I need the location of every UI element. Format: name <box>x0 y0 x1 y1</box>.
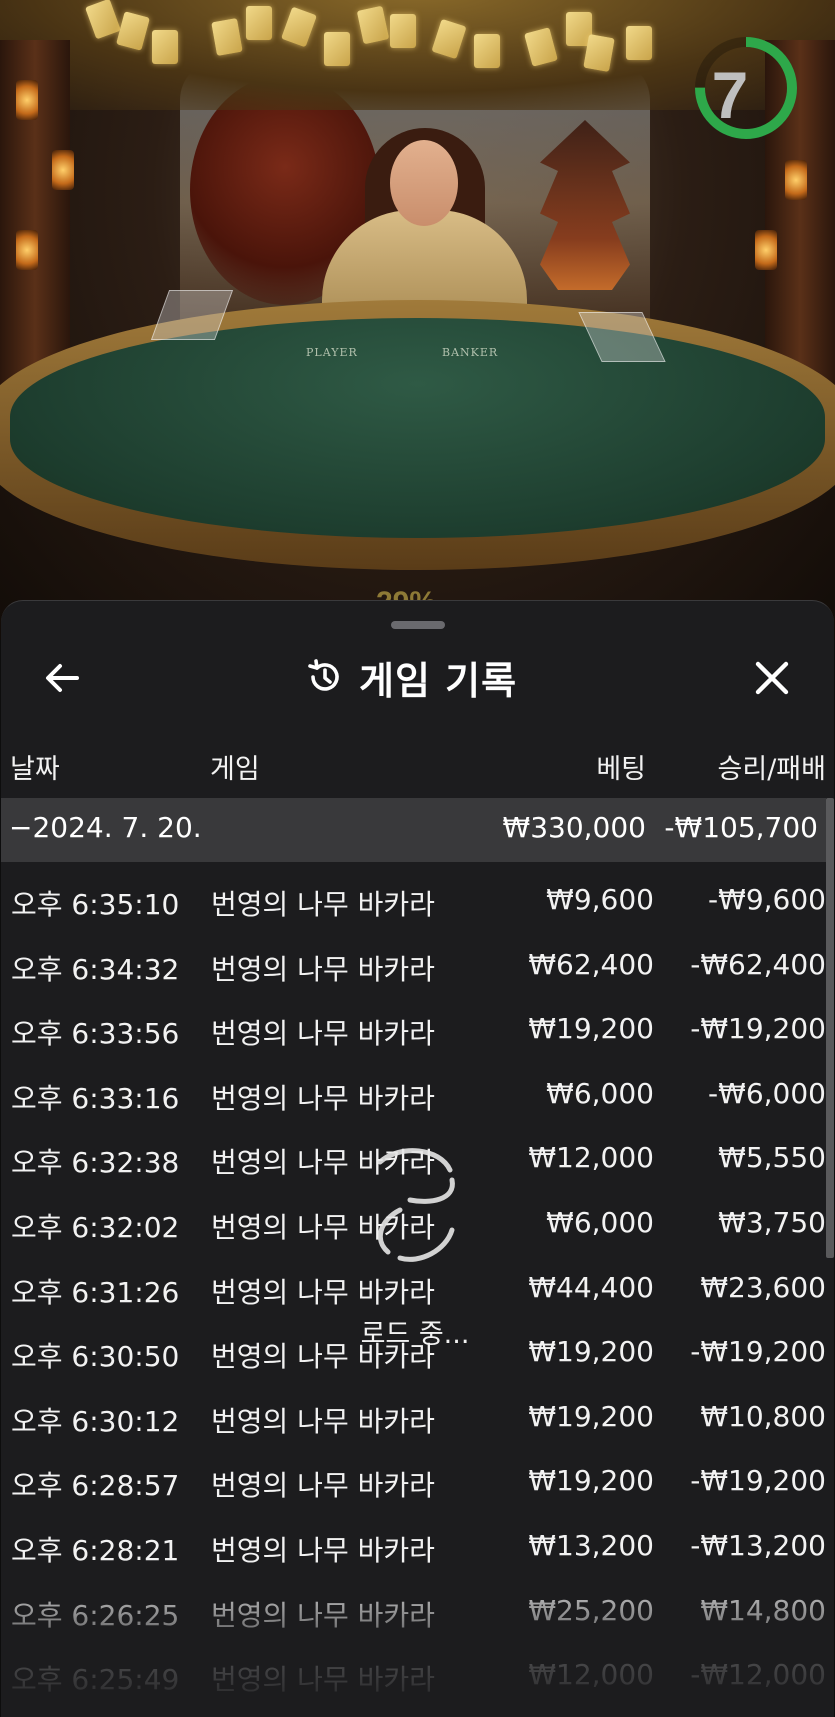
table-row[interactable]: 오후 6:33:16 번영의 나무 바카라 ₩6,000 -₩6,000 <box>1 1065 834 1130</box>
golden-leaf <box>152 30 178 64</box>
date-group-row[interactable]: −2024. 7. 20. ₩330,000 -₩105,700 <box>1 798 826 862</box>
row-result: -₩19,200 <box>690 1012 826 1046</box>
history-clock-icon <box>308 659 339 691</box>
dealer-face <box>390 140 458 226</box>
row-game: 번영의 나무 바카라 <box>211 1275 435 1309</box>
golden-leaf <box>246 6 272 40</box>
lantern <box>755 230 777 270</box>
loading-text: 로드 중... <box>360 1319 470 1350</box>
row-bet: ₩6,000 <box>546 1076 654 1110</box>
table-row[interactable]: 오후 6:26:25 번영의 나무 바카라 ₩25,200 ₩14,800 <box>1 1582 834 1647</box>
row-result: -₩9,600 <box>708 883 826 916</box>
sheet-header: 게임 기록 <box>1 641 834 713</box>
loading-spinner-icon <box>377 1148 455 1262</box>
table-row[interactable]: 오후 6:33:56 번영의 나무 바카라 ₩19,200 -₩19,200 <box>1 1000 834 1065</box>
felt-banker-label: BANKER <box>442 346 499 359</box>
row-result: -₩13,200 <box>690 1528 826 1562</box>
table-row[interactable]: 오후 6:34:32 번영의 나무 바카라 ₩62,400 -₩62,400 <box>1 936 834 1001</box>
row-result: ₩14,800 <box>700 1593 826 1627</box>
group-bet-total: ₩330,000 <box>502 811 646 844</box>
group-result-total: -₩105,700 <box>664 811 818 844</box>
row-time: 오후 6:34:32 <box>11 952 180 986</box>
row-bet: ₩19,200 <box>528 1012 654 1046</box>
table-felt <box>10 318 825 538</box>
golden-leaf <box>626 26 652 60</box>
row-time: 오후 6:25:49 <box>11 1663 180 1697</box>
row-bet: ₩9,600 <box>546 883 654 916</box>
scrollbar[interactable] <box>826 798 834 1258</box>
row-time: 오후 6:33:56 <box>11 1017 180 1051</box>
row-result: -₩12,000 <box>690 1658 826 1692</box>
row-bet: ₩62,400 <box>528 947 654 981</box>
row-time: 오후 6:28:21 <box>11 1533 180 1567</box>
row-result: -₩62,400 <box>690 947 826 981</box>
row-bet: ₩44,400 <box>528 1270 654 1304</box>
countdown-value: 7 <box>711 58 749 132</box>
lantern <box>52 150 74 190</box>
lantern <box>16 230 38 270</box>
row-game: 번영의 나무 바카라 <box>211 1598 435 1632</box>
row-time: 오후 6:32:38 <box>11 1146 180 1180</box>
row-result: -₩19,200 <box>690 1464 826 1498</box>
golden-leaf <box>211 18 243 56</box>
row-result: ₩23,600 <box>700 1270 826 1304</box>
row-game: 번영의 나무 바카라 <box>211 952 435 986</box>
table-row[interactable]: 오후 6:28:57 번영의 나무 바카라 ₩19,200 -₩19,200 <box>1 1452 834 1517</box>
row-game: 번영의 나무 바카라 <box>211 1017 435 1051</box>
column-header-result[interactable]: 승리/패배 <box>718 747 826 786</box>
row-time: 오후 6:30:50 <box>11 1340 180 1374</box>
row-time: 오후 6:30:12 <box>11 1404 180 1438</box>
sheet-drag-handle[interactable] <box>391 621 445 629</box>
table-row[interactable]: 오후 6:28:21 번영의 나무 바카라 ₩13,200 -₩13,200 <box>1 1517 834 1582</box>
row-game: 번영의 나무 바카라 <box>211 888 435 921</box>
row-time: 오후 6:31:26 <box>11 1275 180 1309</box>
row-time: 오후 6:28:57 <box>11 1469 180 1503</box>
sheet-title-group: 게임 기록 <box>305 651 517 703</box>
close-x-icon[interactable] <box>749 655 795 701</box>
row-result: -₩6,000 <box>708 1076 826 1110</box>
table-row[interactable]: 오후 6:35:10 번영의 나무 바카라 ₩9,600 -₩9,600 <box>1 871 834 936</box>
row-game: 번영의 나무 바카라 <box>211 1081 435 1115</box>
group-date: −2024. 7. 20. <box>9 811 202 844</box>
row-bet: ₩25,200 <box>528 1593 654 1627</box>
arrow-left-icon[interactable] <box>39 655 85 701</box>
row-game: 번영의 나무 바카라 <box>211 1404 435 1438</box>
row-bet: ₩12,000 <box>528 1658 654 1692</box>
row-game: 번영의 나무 바카라 <box>211 1663 435 1697</box>
sheet-title: 게임 기록 <box>359 658 518 703</box>
history-list: 오후 6:35:10 번영의 나무 바카라 ₩9,600 -₩9,600 오후 6:34… <box>1 871 834 1711</box>
golden-leaf <box>324 32 350 66</box>
row-bet: ₩19,200 <box>528 1335 654 1369</box>
table-row[interactable]: 오후 6:25:49 번영의 나무 바카라 ₩12,000 -₩12,000 <box>1 1646 834 1711</box>
lantern <box>785 160 807 200</box>
golden-leaf <box>390 14 416 48</box>
row-bet: ₩19,200 <box>528 1464 654 1498</box>
lantern <box>16 80 38 120</box>
row-time: 오후 6:26:25 <box>11 1598 180 1632</box>
row-result: ₩10,800 <box>700 1399 826 1433</box>
row-bet: ₩6,000 <box>546 1205 654 1239</box>
table-row[interactable]: 오후 6:30:12 번영의 나무 바카라 ₩19,200 ₩10,800 <box>1 1388 834 1453</box>
row-result: -₩19,200 <box>690 1335 826 1369</box>
row-bet: ₩13,200 <box>528 1528 654 1562</box>
row-bet: ₩12,000 <box>528 1141 654 1175</box>
row-result: ₩3,750 <box>718 1205 826 1239</box>
row-time: 오후 6:33:16 <box>11 1081 180 1115</box>
row-result: ₩5,550 <box>718 1141 826 1175</box>
row-time: 오후 6:32:02 <box>11 1210 180 1244</box>
felt-player-label: PLAYER <box>306 346 358 359</box>
row-game: 번영의 나무 바카라 <box>211 1533 435 1567</box>
column-header-date[interactable]: 날짜 <box>10 747 60 786</box>
golden-leaf <box>474 34 500 68</box>
row-bet: ₩19,200 <box>528 1399 654 1433</box>
column-header-bet[interactable]: 베팅 <box>596 747 646 786</box>
row-game: 번영의 나무 바카라 <box>211 1469 435 1503</box>
row-time: 오후 6:35:10 <box>11 888 180 921</box>
column-header-game[interactable]: 게임 <box>210 747 260 786</box>
